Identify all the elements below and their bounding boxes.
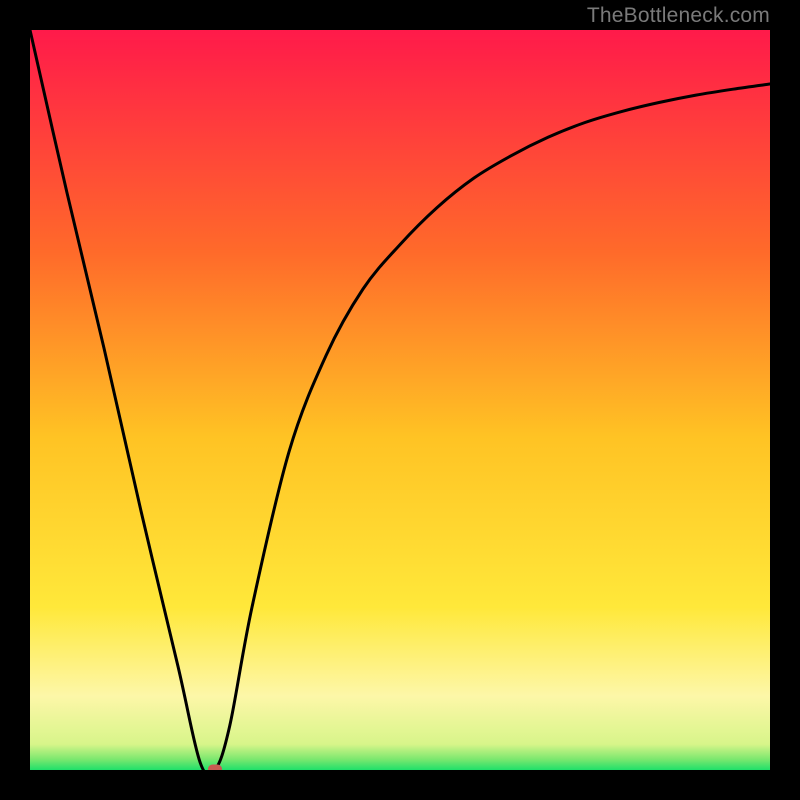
curve-path <box>30 30 770 770</box>
chart-frame: TheBottleneck.com <box>0 0 800 800</box>
marker-dot <box>208 765 222 771</box>
plot-area <box>30 30 770 770</box>
attribution-label: TheBottleneck.com <box>587 4 770 28</box>
curve-layer <box>30 30 770 770</box>
